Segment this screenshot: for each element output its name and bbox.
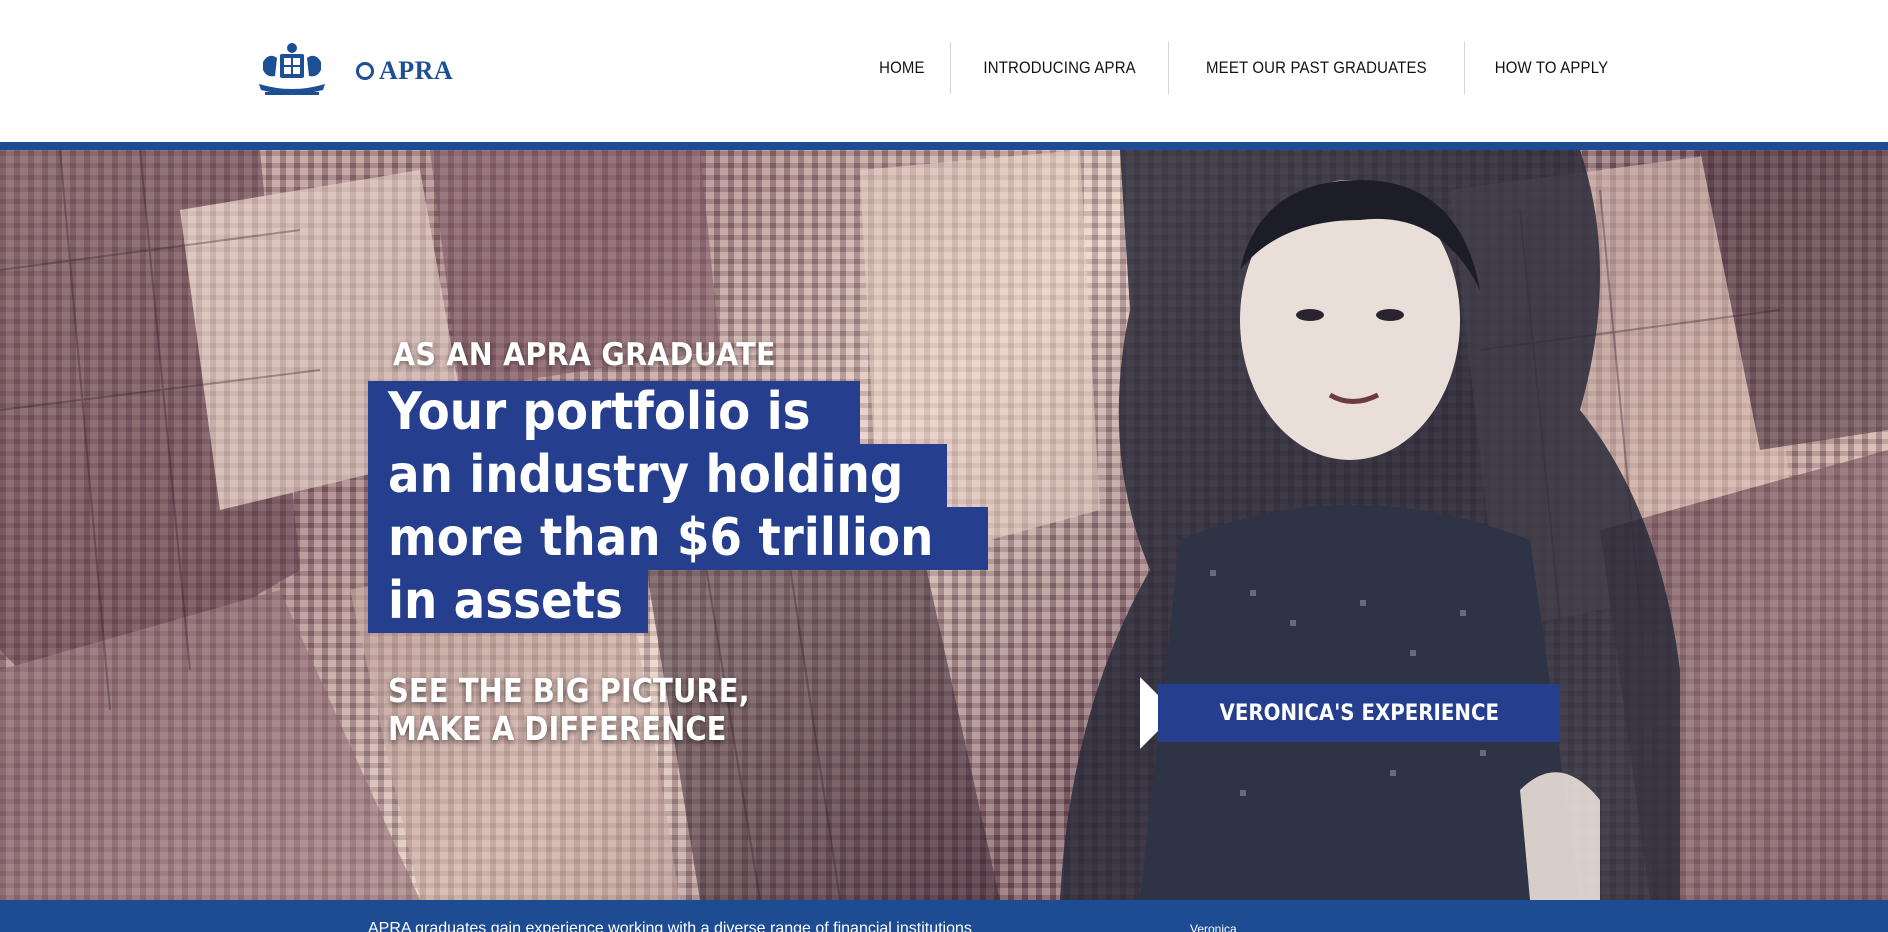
veronica-experience-button[interactable]: VERONICA'S EXPERIENCE bbox=[1140, 677, 1560, 749]
nav-introducing-apra[interactable]: INTRODUCING APRA bbox=[964, 42, 1155, 94]
graduate-portrait-image bbox=[1060, 150, 1680, 900]
header-divider-strip bbox=[0, 142, 1888, 150]
tagline-line: MAKE A DIFFERENCE bbox=[388, 709, 727, 748]
nav-home[interactable]: HOME bbox=[860, 42, 944, 94]
headline-line: in assets bbox=[368, 570, 648, 633]
intro-text: APRA graduates gain experience working w… bbox=[368, 920, 972, 932]
site-header: APRA HOME INTRODUCING APRA MEET OUR PAST… bbox=[0, 0, 1888, 142]
headline-line: an industry holding bbox=[368, 444, 947, 507]
nav-divider bbox=[1464, 42, 1465, 94]
hero-tagline: SEE THE BIG PICTURE, MAKE A DIFFERENCE bbox=[388, 672, 799, 748]
headline-line: Your portfolio is bbox=[368, 381, 860, 444]
cta-label: VERONICA'S EXPERIENCE bbox=[1219, 700, 1499, 726]
tagline-line: SEE THE BIG PICTURE, bbox=[388, 671, 750, 710]
hero-headline: Your portfolio is an industry holding mo… bbox=[368, 381, 988, 633]
nav-divider bbox=[949, 42, 951, 94]
headline-line: more than $6 trillion bbox=[368, 507, 988, 570]
intro-band: APRA graduates gain experience working w… bbox=[0, 900, 1888, 932]
intro-link[interactable]: Veronica bbox=[1190, 922, 1237, 932]
apra-logo[interactable]: APRA bbox=[356, 55, 453, 87]
nav-how-to-apply[interactable]: HOW TO APPLY bbox=[1475, 42, 1627, 94]
cta-label-box[interactable]: VERONICA'S EXPERIENCE bbox=[1158, 684, 1560, 742]
main-nav: HOME INTRODUCING APRA MEET OUR PAST GRAD… bbox=[854, 42, 1638, 94]
nav-meet-past-graduates[interactable]: MEET OUR PAST GRADUATES bbox=[1187, 42, 1446, 94]
nav-divider bbox=[1168, 42, 1170, 94]
hero-banner: AS AN APRA GRADUATE Your portfolio is an… bbox=[0, 150, 1888, 900]
hero-kicker: AS AN APRA GRADUATE bbox=[393, 337, 776, 373]
apra-ring-icon bbox=[356, 62, 374, 80]
coat-of-arms-logo[interactable] bbox=[255, 40, 329, 98]
apra-logo-text: APRA bbox=[379, 56, 454, 85]
